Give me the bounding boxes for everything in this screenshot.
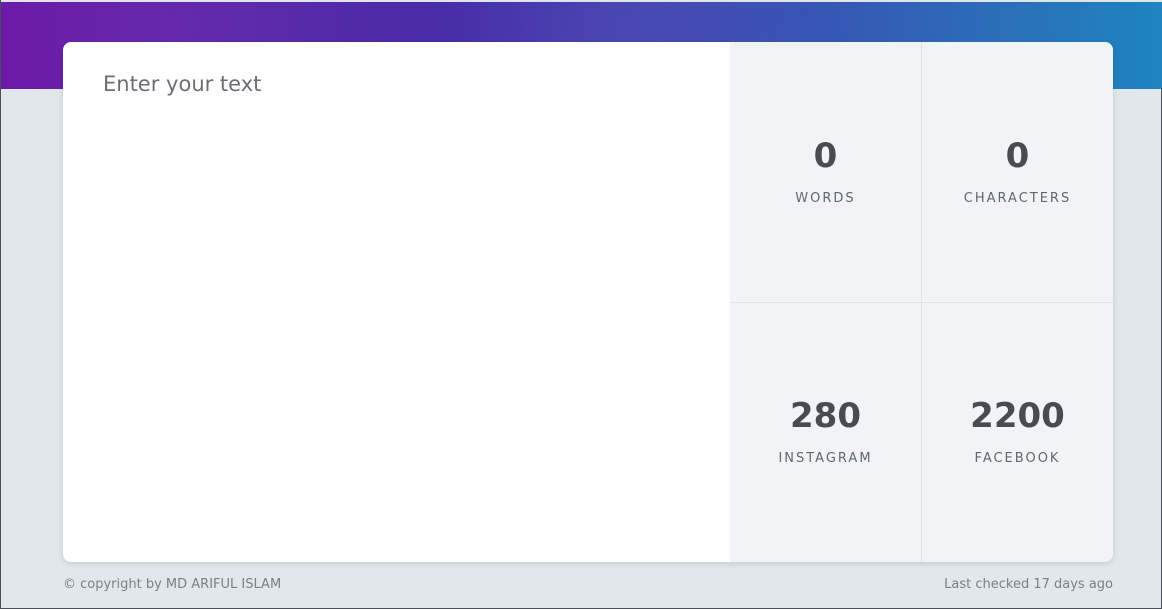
text-input[interactable] [103, 72, 690, 532]
stat-characters: 0 CHARACTERS [921, 42, 1113, 302]
stats-panel: 0 WORDS 0 CHARACTERS 280 INSTAGRAM 2200 … [730, 42, 1113, 562]
copyright-text: © copyright by MD ARIFUL ISLAM [63, 577, 282, 592]
last-checked-text: Last checked 17 days ago [944, 577, 1113, 592]
text-editor-panel [63, 42, 730, 562]
words-label: WORDS [795, 190, 856, 206]
stat-words: 0 WORDS [730, 42, 921, 302]
characters-count: 0 [1005, 135, 1030, 176]
facebook-label: FACEBOOK [974, 451, 1061, 466]
counter-card: 0 WORDS 0 CHARACTERS 280 INSTAGRAM 2200 … [63, 42, 1113, 562]
footer: © copyright by MD ARIFUL ISLAM Last chec… [63, 577, 1113, 592]
stat-instagram: 280 INSTAGRAM [730, 302, 921, 562]
instagram-limit: 280 [790, 396, 861, 436]
stat-facebook: 2200 FACEBOOK [921, 302, 1113, 562]
facebook-limit: 2200 [970, 396, 1065, 436]
characters-label: CHARACTERS [963, 190, 1072, 206]
words-count: 0 [813, 135, 838, 176]
instagram-label: INSTAGRAM [778, 451, 873, 466]
